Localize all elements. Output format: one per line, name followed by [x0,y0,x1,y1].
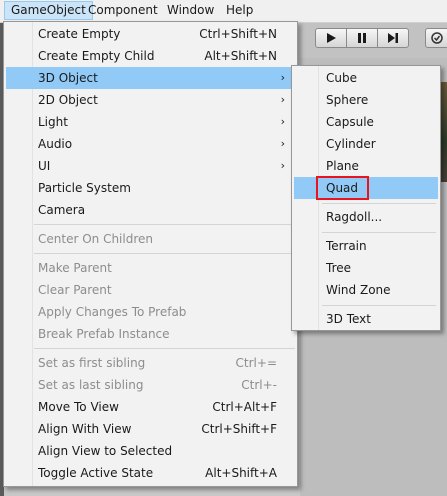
menu-item-ui[interactable]: UI › [6,155,295,177]
pause-button[interactable] [346,28,378,48]
menu-separator [322,232,436,233]
menu-item-camera[interactable]: Camera [6,199,295,221]
menu-item-shortcut: Alt+Shift+A [205,466,277,480]
gameobject-menu: Create Empty Ctrl+Shift+N Create Empty C… [3,21,298,487]
menu-item-label: Audio [38,137,73,151]
menu-item-break-prefab-instance[interactable]: Break Prefab Instance [6,323,295,345]
menu-item-label: Apply Changes To Prefab [38,305,187,319]
submenu-item-sphere[interactable]: Sphere [294,89,438,111]
menu-item-shortcut: Ctrl+Shift+N [199,27,277,41]
menu-item-label: Clear Parent [38,283,112,297]
submenu-item-cube[interactable]: Cube [294,67,438,89]
menu-item-label: Light [38,115,68,129]
submenu-item-wind-zone[interactable]: Wind Zone [294,279,438,301]
menu-item-2d-object[interactable]: 2D Object › [6,89,295,111]
menu-item-label: Set as first sibling [38,356,146,370]
menu-separator [322,305,436,306]
pause-icon [358,33,366,43]
menu-item-label: Terrain [326,239,367,253]
menu-item-label: 2D Object [38,93,98,107]
submenu-item-cylinder[interactable]: Cylinder [294,133,438,155]
menu-item-center-on-children[interactable]: Center On Children [6,228,295,250]
menu-item-label: Move To View [38,400,119,414]
menu-item-label: Wind Zone [326,283,391,297]
menu-item-label: Center On Children [38,232,153,246]
menu-item-label: Align View to Selected [38,444,173,458]
menu-item-shortcut: Ctrl+= [235,356,277,370]
menu-item-label: Make Parent [38,261,112,275]
menu-separator [34,348,295,349]
menu-item-label: Plane [326,159,359,173]
menu-item-label: Break Prefab Instance [38,327,170,341]
menu-gameobject[interactable]: GameObject [4,1,93,20]
submenu-item-terrain[interactable]: Terrain [294,235,438,257]
play-icon [327,33,336,43]
menu-item-label: Toggle Active State [38,466,154,480]
menu-item-label: Capsule [326,115,374,129]
menu-item-label: 3D Text [326,312,371,326]
menu-item-clear-parent[interactable]: Clear Parent [6,279,295,301]
submenu-item-tree[interactable]: Tree [294,257,438,279]
menu-item-align-view-to-selected[interactable]: Align View to Selected [6,440,295,462]
menu-item-toggle-active-state[interactable]: Toggle Active State Alt+Shift+A [6,462,295,484]
menu-item-label: Cube [326,71,357,85]
menu-item-label: Create Empty [38,27,121,41]
menu-item-label: Create Empty Child [38,49,155,63]
menu-item-shortcut: Alt+Shift+N [204,49,277,63]
submenu-arrow-icon: › [280,93,285,106]
step-icon [388,33,398,43]
menu-component[interactable]: Component [82,1,164,20]
menu-separator [34,253,295,254]
submenu-item-capsule[interactable]: Capsule [294,111,438,133]
menu-item-label: Tree [326,261,352,275]
submenu-arrow-icon: › [280,71,285,84]
menu-separator [34,224,295,225]
submenu-item-ragdoll[interactable]: Ragdoll... [294,206,438,228]
menu-window[interactable]: Window [161,1,220,20]
submenu-arrow-icon: › [280,115,285,128]
menu-item-label: Particle System [38,181,131,195]
menu-item-shortcut: Ctrl+Shift+F [201,422,277,436]
menu-item-label: Ragdoll... [326,210,383,224]
menu-item-particle-system[interactable]: Particle System [6,177,295,199]
menu-item-label: UI [38,159,51,173]
menu-item-label: Sphere [326,93,369,107]
submenu-item-plane[interactable]: Plane [294,155,438,177]
menu-item-shortcut: Ctrl+- [241,378,277,392]
menu-item-shortcut: Ctrl+Alt+F [212,400,277,414]
play-button[interactable] [315,28,347,48]
menu-item-align-with-view[interactable]: Align With View Ctrl+Shift+F [6,418,295,440]
submenu-arrow-icon: › [280,137,285,150]
submenu-item-3d-text[interactable]: 3D Text [294,308,438,330]
menu-item-create-empty[interactable]: Create Empty Ctrl+Shift+N [6,23,295,45]
quad-annotation-box [316,176,369,200]
menu-item-make-parent[interactable]: Make Parent [6,257,295,279]
menu-item-label: Camera [38,203,86,217]
menu-item-label: Cylinder [326,137,376,151]
menu-bar: GameObject Component Window Help [0,0,447,23]
menu-item-label: Set as last sibling [38,378,144,392]
menu-item-apply-changes-to-prefab[interactable]: Apply Changes To Prefab [6,301,295,323]
menu-item-3d-object[interactable]: 3D Object › [6,67,295,89]
menu-item-move-to-view[interactable]: Move To View Ctrl+Alt+F [6,396,295,418]
menu-item-set-as-last-sibling[interactable]: Set as last sibling Ctrl+- [6,374,295,396]
menu-item-light[interactable]: Light › [6,111,295,133]
menu-help[interactable]: Help [220,1,259,20]
check-icon [431,32,443,44]
menu-item-create-empty-child[interactable]: Create Empty Child Alt+Shift+N [6,45,295,67]
menu-item-audio[interactable]: Audio › [6,133,295,155]
layers-button[interactable] [425,28,447,48]
menu-item-set-as-first-sibling[interactable]: Set as first sibling Ctrl+= [6,352,295,374]
menu-separator [322,203,436,204]
submenu-arrow-icon: › [280,159,285,172]
menu-item-label: Align With View [38,422,132,436]
menu-item-label: 3D Object [38,71,98,85]
step-button[interactable] [377,28,409,48]
